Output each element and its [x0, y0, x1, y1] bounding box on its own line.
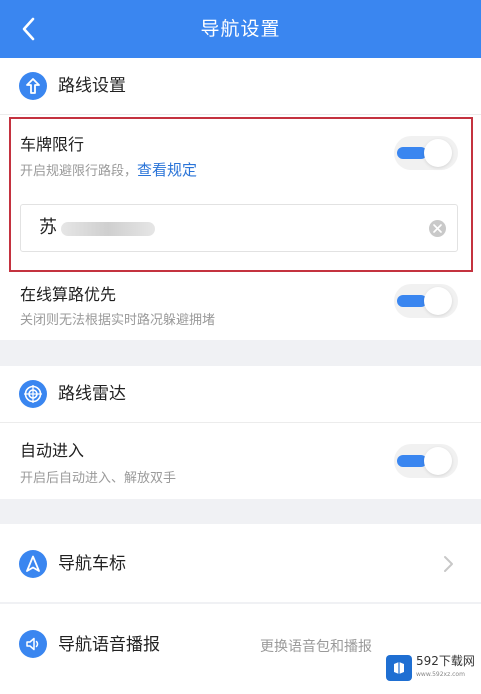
watermark-text: 592下载网 www.592xz.com	[416, 655, 475, 681]
site-logo-icon	[386, 655, 412, 681]
site-watermark: 592下载网 www.592xz.com	[386, 648, 478, 688]
plate-number-redacted	[61, 222, 155, 236]
online-routing-title: 在线算路优先	[20, 285, 117, 304]
view-rules-link[interactable]: 查看规定	[137, 161, 197, 179]
nav-voice-value: 更换语音包和播报	[260, 639, 372, 655]
clear-input-button[interactable]	[429, 220, 446, 237]
nav-voice-title: 导航语音播报	[58, 635, 160, 655]
divider	[0, 114, 481, 115]
speaker-icon	[19, 630, 47, 658]
plate-restriction-title: 车牌限行	[20, 135, 85, 154]
toggle-track	[397, 147, 427, 159]
app-header: 导航设置	[0, 0, 481, 58]
toggle-knob	[424, 447, 452, 475]
chevron-right-icon	[444, 556, 453, 572]
toggle-track	[397, 455, 427, 467]
plate-restriction-subtitle: 开启规避限行路段，查看规定	[20, 159, 197, 180]
watermark-name: 592下载网	[416, 654, 475, 668]
online-routing-toggle[interactable]	[394, 284, 458, 318]
plate-number-input[interactable]: 苏	[20, 204, 458, 252]
toggle-knob	[424, 287, 452, 315]
divider	[0, 422, 481, 423]
route-radar-title: 路线雷达	[58, 384, 126, 404]
nav-car-icon-row[interactable]: 导航车标	[0, 524, 481, 602]
watermark-url: www.592xz.com	[416, 671, 465, 678]
route-radar-header: 路线雷达	[0, 366, 481, 422]
navigation-arrow-icon	[19, 550, 47, 578]
plate-restriction-toggle[interactable]	[394, 136, 458, 170]
nav-car-icon-title: 导航车标	[58, 554, 126, 574]
radar-icon	[19, 380, 47, 408]
close-icon	[433, 224, 442, 233]
plate-prefix: 苏	[39, 217, 57, 238]
plate-restriction-desc: 开启规避限行路段，	[20, 164, 138, 179]
route-icon	[19, 72, 47, 100]
toggle-knob	[424, 139, 452, 167]
page-title: 导航设置	[200, 18, 281, 40]
route-settings-header: 路线设置	[0, 58, 481, 114]
auto-enter-subtitle: 开启后自动进入、解放双手	[20, 471, 177, 486]
toggle-track	[397, 295, 427, 307]
auto-enter-title: 自动进入	[20, 441, 85, 460]
route-settings-title: 路线设置	[58, 76, 126, 96]
auto-enter-toggle[interactable]	[394, 444, 458, 478]
online-routing-subtitle: 关闭则无法根据实时路况躲避拥堵	[20, 313, 216, 328]
